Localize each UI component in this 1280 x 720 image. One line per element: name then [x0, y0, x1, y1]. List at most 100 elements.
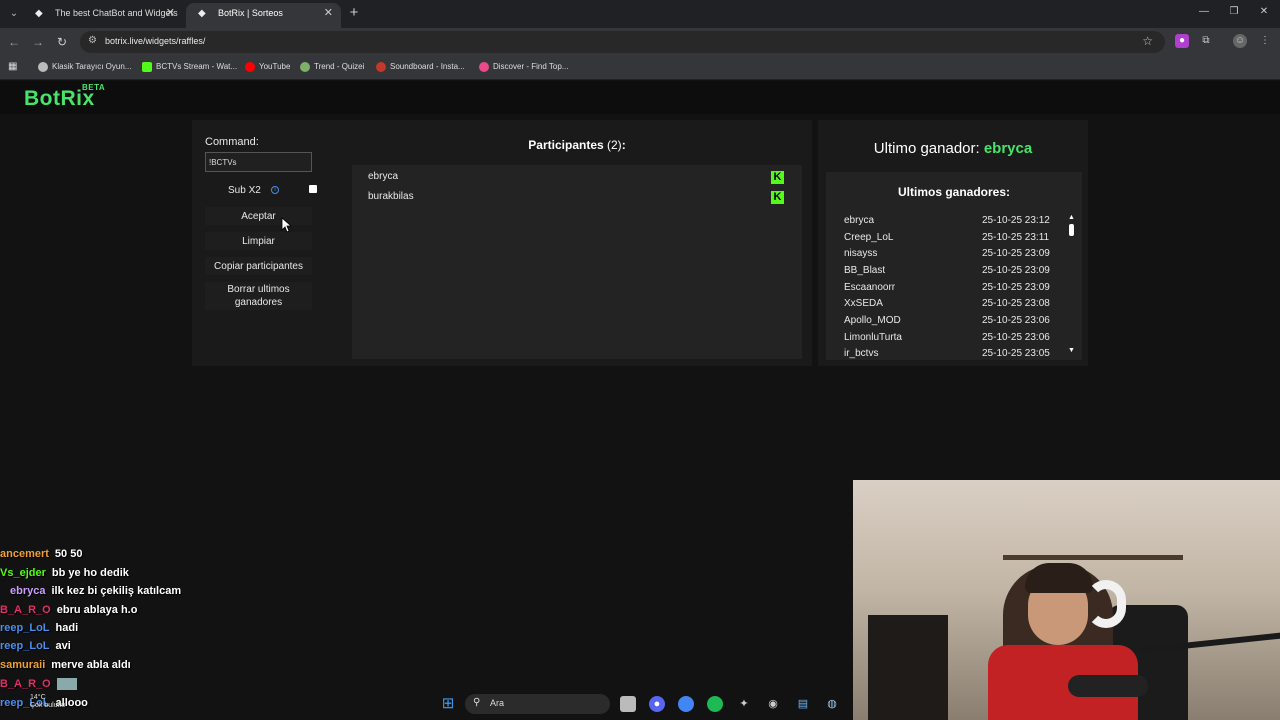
history-row: XxSEDA 25-10-25 23:08: [844, 298, 1054, 312]
last-winner-title: Ultimo ganador: ebryca: [818, 140, 1088, 157]
close-tab-icon[interactable]: ✕: [166, 3, 175, 24]
kick-icon: [142, 62, 152, 72]
bookmark-item[interactable]: Soundboard - Insta...: [376, 61, 465, 73]
chrome-icon[interactable]: [678, 696, 694, 712]
command-input[interactable]: [205, 152, 312, 172]
history-name: Creep_LoL: [844, 232, 894, 243]
history-row: LimonluTurta 25-10-25 23:06: [844, 332, 1054, 346]
tab-search-icon[interactable]: ⌄: [5, 5, 23, 23]
copy-participants-button[interactable]: Copiar participantes: [205, 257, 312, 275]
history-date: 25-10-25 23:09: [982, 265, 1050, 276]
history-name: Apollo_MOD: [844, 315, 901, 326]
extension-icon[interactable]: ●: [1175, 34, 1189, 48]
bookmark-item[interactable]: YouTube: [245, 61, 290, 73]
history-date: 25-10-25 23:12: [982, 215, 1050, 226]
history-date: 25-10-25 23:06: [982, 315, 1050, 326]
notepad-icon[interactable]: ▤: [795, 696, 811, 712]
obs-icon[interactable]: ◉: [765, 696, 781, 712]
chat-username: B_A_R_O: [0, 604, 51, 616]
spotify-icon[interactable]: [707, 696, 723, 712]
bookmark-star-icon[interactable]: ☆: [1142, 34, 1153, 48]
scroll-up-arrow-icon[interactable]: ▲: [1068, 214, 1075, 221]
url-text[interactable]: botrix.live/widgets/raffles/: [105, 36, 205, 46]
bookmark-favicon-icon: [376, 62, 386, 72]
history-name: Escaanoorr: [844, 282, 896, 293]
chat-text: bb ye ho dedik: [51, 567, 129, 579]
maximize-icon[interactable]: ❐: [1226, 6, 1242, 17]
winners-history[interactable]: Ultimos ganadores: ebryca 25-10-25 23:12 …: [826, 172, 1082, 360]
participants-suffix: :: [621, 138, 626, 152]
headphones-icon: [1086, 580, 1126, 628]
back-arrow-icon[interactable]: ←: [6, 34, 22, 50]
chat-message: reep_LoL hadi: [0, 622, 78, 638]
extensions-puzzle-icon[interactable]: ⧉: [1199, 34, 1213, 48]
tab-botrix-sorteos[interactable]: ◆ BotRix | Sorteos ✕: [186, 3, 341, 28]
participant-name: ebryca: [368, 171, 399, 182]
kick-icon: K: [771, 191, 784, 204]
weather-widget[interactable]: 14°C Çok bulutlu: [30, 694, 65, 710]
app-icon[interactable]: ✦: [736, 696, 752, 712]
chat-text: ebru ablaya h.o: [56, 604, 138, 616]
history-date: 25-10-25 23:09: [982, 248, 1050, 259]
bookmark-label: BCTVs Stream - Wat...: [156, 62, 238, 71]
history-row: ir_bctvs 25-10-25 23:05: [844, 348, 1054, 360]
command-label: Command:: [205, 136, 259, 148]
scrollbar-thumb[interactable]: [1069, 224, 1074, 236]
close-tab-icon[interactable]: ✕: [324, 3, 333, 24]
bookmark-item[interactable]: Klasik Tarayıcı Oyun...: [38, 61, 131, 73]
chat-text: hadi: [55, 622, 79, 634]
bookmark-item[interactable]: Discover - Find Top...: [479, 61, 568, 73]
delete-last-winners-button[interactable]: Borrar ultimos ganadores: [205, 282, 312, 310]
chat-text: merve abla aldı: [51, 659, 131, 671]
history-date: 25-10-25 23:06: [982, 332, 1050, 343]
taskbar-search[interactable]: ⚲ Ara: [465, 694, 610, 714]
chat-message: ebryca ilk kez bi çekiliş katılcam: [0, 585, 181, 601]
minimize-icon[interactable]: —: [1196, 6, 1212, 17]
bookmark-label: Trend - Quizei: [314, 62, 365, 71]
new-tab-button[interactable]: +: [345, 4, 363, 22]
chat-username: samuraii: [0, 659, 46, 671]
info-icon[interactable]: i: [271, 186, 279, 194]
history-row: Escaanoorr 25-10-25 23:09: [844, 282, 1054, 296]
history-date: 25-10-25 23:08: [982, 298, 1050, 309]
bookmark-item[interactable]: BCTVs Stream - Wat...: [142, 61, 237, 73]
forward-arrow-icon[interactable]: →: [30, 34, 46, 50]
reload-icon[interactable]: ↻: [54, 34, 70, 50]
chat-username: B_A_R_O: [0, 678, 51, 690]
close-window-icon[interactable]: ✕: [1256, 6, 1272, 17]
history-date: 25-10-25 23:09: [982, 282, 1050, 293]
more-menu-icon[interactable]: ⋮: [1258, 34, 1272, 48]
bookmark-label: Soundboard - Insta...: [390, 62, 465, 71]
history-row: Creep_LoL 25-10-25 23:11: [844, 232, 1054, 246]
history-row: nisayss 25-10-25 23:09: [844, 248, 1054, 262]
kick-icon: K: [771, 171, 784, 184]
participants-list: ebryca K burakbilas K: [352, 165, 802, 359]
tab-chatbot[interactable]: ◆ The best ChatBot and Widgets ✕: [23, 3, 183, 28]
app-header: BotRix BETA: [0, 81, 1280, 114]
history-date: 25-10-25 23:05: [982, 348, 1050, 359]
chat-text: avi: [55, 640, 71, 652]
bookmark-favicon-icon: [38, 62, 48, 72]
address-bar[interactable]: ⚙ botrix.live/widgets/raffles/ ☆: [80, 31, 1165, 53]
chat-username: reep_LoL: [0, 640, 50, 652]
clear-button[interactable]: Limpiar: [205, 232, 312, 250]
task-view-icon[interactable]: [620, 696, 636, 712]
history-row: Apollo_MOD 25-10-25 23:06: [844, 315, 1054, 329]
history-title: Ultimos ganadores:: [897, 185, 1011, 199]
bookmark-label: YouTube: [259, 62, 291, 71]
accept-button[interactable]: Aceptar: [205, 207, 312, 225]
windows-start-icon[interactable]: ⊞: [440, 696, 456, 712]
botrix-logo[interactable]: BotRix BETA: [24, 83, 105, 111]
mouse-cursor-icon: [281, 217, 291, 233]
steam-icon[interactable]: ◍: [824, 696, 840, 712]
bookmark-item[interactable]: Trend - Quizei: [300, 61, 364, 73]
apps-grid-icon[interactable]: ▦: [8, 61, 17, 73]
participant-name: burakbilas: [368, 191, 414, 202]
sub-x2-checkbox[interactable]: [309, 185, 317, 193]
beta-badge: BETA: [82, 83, 106, 92]
discord-icon[interactable]: ●: [649, 696, 665, 712]
scroll-down-arrow-icon[interactable]: ▼: [1068, 347, 1075, 354]
history-name: XxSEDA: [844, 298, 883, 309]
profile-avatar[interactable]: ☺: [1233, 34, 1247, 48]
site-info-icon[interactable]: ⚙: [88, 35, 97, 46]
